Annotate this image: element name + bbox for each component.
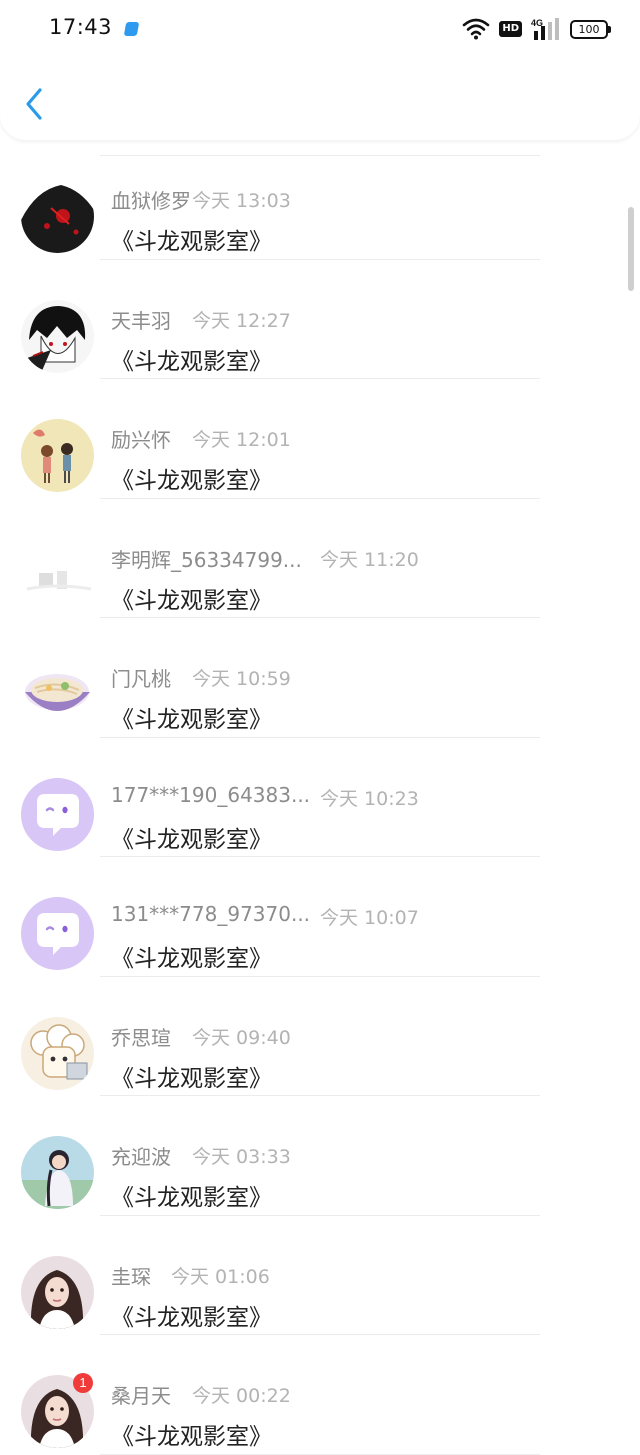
message-time: 今天 10:07	[320, 907, 419, 929]
message-preview: 《斗龙观影室》	[111, 1304, 272, 1331]
avatar[interactable]	[21, 1016, 94, 1090]
message-time: 今天 10:23	[320, 787, 419, 810]
list-item[interactable]: 天丰羽 今天 12:27 《斗龙观影室》	[0, 260, 640, 379]
avatar[interactable]	[21, 299, 94, 373]
status-time: 17:43	[49, 15, 113, 39]
message-preview: 《斗龙观影室》	[111, 1065, 272, 1092]
message-time: 今天 09:40	[192, 1026, 291, 1049]
message-time: 今天 10:59	[192, 668, 291, 690]
list-item[interactable]: 李明辉_56334799... 今天 11:20 《斗龙观影室》	[0, 499, 640, 618]
message-preview: 《斗龙观影室》	[111, 348, 272, 375]
message-preview: 《斗龙观影室》	[111, 707, 272, 733]
back-button[interactable]	[20, 84, 52, 124]
avatar[interactable]	[21, 180, 94, 253]
message-time: 今天 00:22	[192, 1385, 291, 1407]
sender-name: 乔思瑄	[111, 1025, 171, 1050]
list-item[interactable]: 血狱修罗 今天 13:03 《斗龙观影室》	[0, 140, 640, 260]
message-time: 今天 03:33	[192, 1146, 291, 1168]
list-item[interactable]: 乔思瑄 今天 09:40 《斗龙观影室》	[0, 977, 640, 1096]
list-item[interactable]: 励兴怀 今天 12:01 《斗龙观影室》	[0, 379, 640, 499]
list-item[interactable]: 177***190_64383... 今天 10:23 《斗龙观影室》	[0, 738, 640, 857]
message-preview: 《斗龙观影室》	[111, 1424, 272, 1450]
avatar[interactable]	[21, 777, 94, 851]
app-notification-icon	[123, 22, 140, 36]
message-preview: 《斗龙观影室》	[111, 587, 272, 614]
sender-name: 血狱修罗	[111, 189, 191, 213]
message-time: 今天 12:27	[192, 309, 291, 332]
message-preview: 《斗龙观影室》	[111, 229, 272, 255]
back-arrow-icon	[26, 88, 42, 120]
avatar[interactable]	[21, 658, 94, 731]
cellular-signal-icon: 4G	[531, 17, 561, 41]
sender-name: 李明辉_56334799...	[111, 547, 302, 572]
top-bar: 17:43 HD 4G 100	[0, 0, 640, 140]
sender-name: 励兴怀	[111, 428, 171, 452]
message-time: 今天 01:06	[171, 1265, 270, 1288]
sender-name: 天丰羽	[111, 308, 171, 333]
message-time: 今天 11:20	[320, 548, 419, 571]
list-item[interactable]: 门凡桃 今天 10:59 《斗龙观影室》	[0, 618, 640, 738]
sender-name: 177***190_64383...	[111, 782, 311, 807]
list-item[interactable]: 1 桑月天 今天 00:22 《斗龙观影室》	[0, 1335, 640, 1455]
sender-name: 131***778_97370...	[111, 902, 311, 926]
unread-badge: 1	[73, 1373, 93, 1393]
list-item[interactable]: 圭琛 今天 01:06 《斗龙观影室》	[0, 1216, 640, 1335]
list-item[interactable]: 131***778_97370... 今天 10:07 《斗龙观影室》	[0, 857, 640, 977]
sender-name: 圭琛	[111, 1264, 151, 1289]
sender-name: 门凡桃	[111, 667, 171, 691]
message-time: 今天 12:01	[192, 429, 291, 451]
list-item[interactable]: 充迎波 今天 03:33 《斗龙观影室》	[0, 1096, 640, 1216]
avatar[interactable]	[21, 1255, 94, 1329]
avatar[interactable]	[21, 1136, 94, 1209]
status-icons: HD 4G 100	[453, 16, 611, 42]
avatar[interactable]	[21, 419, 94, 492]
wifi-icon	[462, 18, 490, 40]
message-preview: 《斗龙观影室》	[111, 1185, 272, 1211]
scrollbar[interactable]	[628, 207, 634, 291]
hd-icon: HD	[499, 21, 522, 37]
message-preview: 《斗龙观影室》	[111, 468, 272, 494]
list-divider	[100, 1453, 540, 1455]
battery-icon: 100	[570, 19, 611, 39]
sender-name: 充迎波	[111, 1145, 171, 1169]
avatar[interactable]	[21, 897, 94, 970]
avatar[interactable]	[21, 538, 94, 612]
message-preview: 《斗龙观影室》	[111, 826, 272, 853]
sender-name: 桑月天	[111, 1384, 171, 1408]
message-preview: 《斗龙观影室》	[111, 946, 272, 972]
message-time: 今天 13:03	[192, 190, 291, 212]
